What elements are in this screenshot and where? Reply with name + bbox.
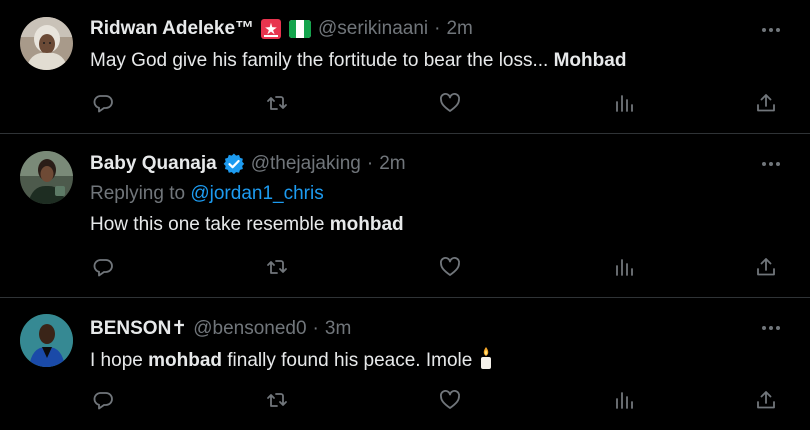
separator-dot: · xyxy=(366,153,374,174)
reply-icon[interactable] xyxy=(91,91,115,115)
timestamp[interactable]: 2m xyxy=(446,18,472,40)
tweet-header: Baby Quanaja @thejajaking · 2m xyxy=(90,153,406,175)
tweet-text-plain: May God give his family the fortitude to… xyxy=(90,50,554,71)
display-name[interactable]: BENSON✝ xyxy=(90,317,187,340)
tweet-text-plain: I hope xyxy=(90,350,149,371)
mention-link[interactable]: @jordan1_chris xyxy=(190,183,323,204)
avatar[interactable] xyxy=(20,151,73,204)
replying-to-label: Replying to xyxy=(90,183,191,204)
tweet-actions xyxy=(0,255,810,279)
retweet-icon[interactable] xyxy=(265,91,289,115)
retweet-icon[interactable] xyxy=(265,255,289,279)
tweet-text: How this one take resemble mohbad xyxy=(90,214,404,236)
tweet-header: BENSON✝ @bensoned0 · 3m xyxy=(90,317,351,340)
tweet-actions xyxy=(0,91,810,115)
tweet-text-bold: Mohbad xyxy=(553,50,627,71)
more-options-icon[interactable] xyxy=(760,317,782,339)
tweet-actions xyxy=(0,388,810,412)
display-name[interactable]: Baby Quanaja xyxy=(90,153,217,175)
candle-icon xyxy=(478,346,494,376)
reply-icon[interactable] xyxy=(91,255,115,279)
tweet-text-plain: finally found his peace. Imole xyxy=(222,350,478,371)
timestamp[interactable]: 3m xyxy=(325,318,351,340)
avatar[interactable] xyxy=(20,17,73,70)
share-icon[interactable] xyxy=(754,388,778,412)
like-icon[interactable] xyxy=(438,255,462,279)
tweet-text-plain: How this one take resemble xyxy=(90,214,330,235)
user-handle[interactable]: @bensoned0 xyxy=(193,318,306,340)
tweet[interactable]: BENSON✝ @bensoned0 · 3m I hope mohbad fi… xyxy=(0,298,810,430)
avatar[interactable] xyxy=(20,314,73,367)
retweet-icon[interactable] xyxy=(265,388,289,412)
replying-to-line: Replying to @jordan1_chris xyxy=(90,183,324,205)
views-icon[interactable] xyxy=(612,388,636,412)
display-name[interactable]: Ridwan Adeleke™ xyxy=(90,18,254,40)
tweet-header: Ridwan Adeleke™ @serikinaani · 2m xyxy=(90,18,473,40)
views-icon[interactable] xyxy=(612,255,636,279)
nigeria-flag-icon xyxy=(288,18,312,40)
like-icon[interactable] xyxy=(438,388,462,412)
tweet-feed: Ridwan Adeleke™ @serikinaani · 2m May Go… xyxy=(0,0,810,430)
separator-dot: · xyxy=(434,18,441,39)
tweet[interactable]: Ridwan Adeleke™ @serikinaani · 2m May Go… xyxy=(0,0,810,133)
share-icon[interactable] xyxy=(754,91,778,115)
separator-dot: · xyxy=(312,317,319,339)
user-handle[interactable]: @thejajaking xyxy=(251,153,361,175)
user-handle[interactable]: @serikinaani xyxy=(318,18,428,40)
tweet-text: I hope mohbad finally found his peace. I… xyxy=(90,346,494,376)
timestamp[interactable]: 2m xyxy=(379,153,405,175)
more-options-icon[interactable] xyxy=(760,19,782,41)
more-options-icon[interactable] xyxy=(760,153,782,175)
tweet-text: May God give his family the fortitude to… xyxy=(90,50,626,72)
tweet[interactable]: Baby Quanaja @thejajaking · 2m Replying … xyxy=(0,134,810,297)
like-icon[interactable] xyxy=(438,91,462,115)
tweet-text-bold: mohbad xyxy=(148,350,222,371)
share-icon[interactable] xyxy=(754,255,778,279)
verified-badge-icon xyxy=(223,153,245,175)
siren-emoji-icon xyxy=(260,18,282,40)
tweet-text-bold: mohbad xyxy=(329,214,404,235)
views-icon[interactable] xyxy=(612,91,636,115)
reply-icon[interactable] xyxy=(91,388,115,412)
